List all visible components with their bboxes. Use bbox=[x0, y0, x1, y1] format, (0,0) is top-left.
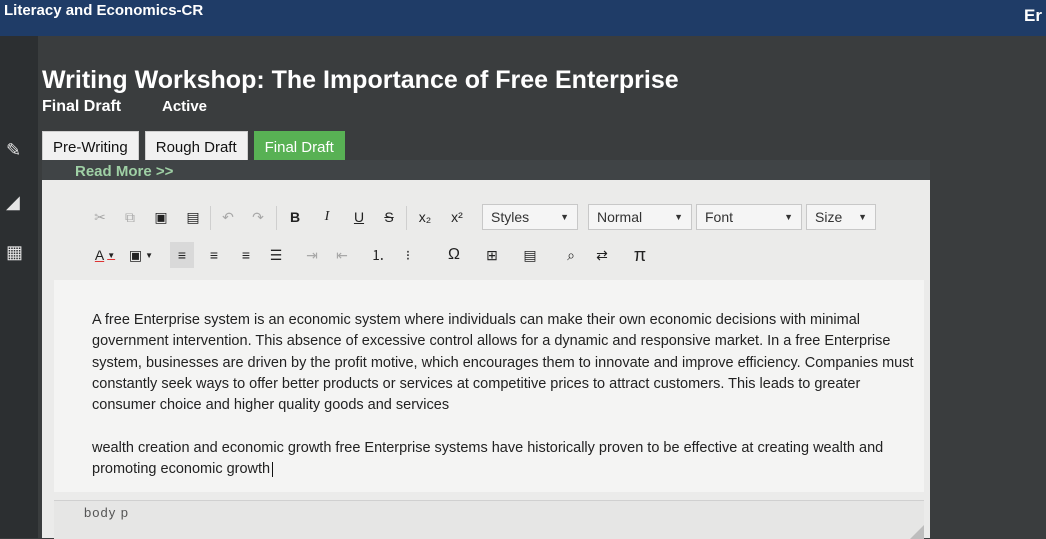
app-title: Literacy and Economics-CR bbox=[4, 2, 204, 19]
align-justify-icon[interactable]: ☰ bbox=[264, 242, 288, 268]
top-bar: Literacy and Economics-CR Er bbox=[0, 0, 1046, 36]
paste-icon[interactable]: ▣ bbox=[150, 204, 172, 230]
size-select[interactable]: Size ▼ bbox=[806, 204, 876, 230]
table-icon[interactable]: ⊞ bbox=[480, 242, 504, 268]
align-left-icon[interactable]: ≡ bbox=[170, 242, 194, 268]
grid-icon[interactable]: ▦ bbox=[6, 242, 23, 263]
editor-status-bar: body p bbox=[54, 500, 924, 539]
paragraph: A free Enterprise system is an economic … bbox=[92, 312, 914, 414]
bulleted-list-icon[interactable]: ⁝ bbox=[396, 242, 420, 268]
book-icon[interactable]: ◢ bbox=[6, 192, 20, 213]
special-character-button[interactable]: Ω bbox=[442, 242, 466, 268]
editor-content-area[interactable]: A free Enterprise system is an economic … bbox=[54, 280, 924, 492]
format-select-label: Normal bbox=[597, 209, 643, 225]
bold-button[interactable]: B bbox=[284, 204, 306, 230]
tab-rough-draft[interactable]: Rough Draft bbox=[144, 131, 248, 163]
page-title: Writing Workshop: The Importance of Free… bbox=[42, 66, 679, 94]
styles-select-label: Styles bbox=[491, 209, 530, 225]
copy-icon[interactable]: ⧉ bbox=[120, 204, 140, 230]
text-cursor bbox=[272, 461, 274, 477]
search-icon[interactable]: ⌕ bbox=[560, 242, 582, 268]
toolbar-separator bbox=[276, 206, 277, 230]
toolbar-separator bbox=[406, 206, 407, 230]
chevron-down-icon: ▼ bbox=[858, 212, 867, 222]
indent-icon[interactable]: ⇥ bbox=[300, 242, 324, 268]
numbered-list-icon[interactable]: ⒈ bbox=[366, 242, 390, 268]
underline-button[interactable]: U bbox=[348, 204, 370, 230]
chevron-down-icon: ▼ bbox=[107, 250, 116, 260]
background-color-button[interactable]: ▣ ▼ bbox=[126, 242, 156, 268]
paste-text-icon[interactable]: ▤ bbox=[518, 242, 542, 268]
chevron-down-icon: ▼ bbox=[674, 212, 683, 222]
cut-icon[interactable]: ✂ bbox=[90, 204, 110, 230]
read-more-bar bbox=[42, 160, 930, 180]
redo-icon[interactable]: ↷ bbox=[248, 204, 268, 230]
toolbar-separator bbox=[210, 206, 211, 230]
align-center-icon[interactable]: ≡ bbox=[202, 242, 226, 268]
outdent-icon[interactable]: ⇤ bbox=[330, 242, 354, 268]
strikethrough-button[interactable]: S bbox=[378, 204, 400, 230]
status-label: Active bbox=[162, 98, 208, 115]
align-right-icon[interactable]: ≡ bbox=[234, 242, 258, 268]
user-menu[interactable]: Er bbox=[1024, 6, 1042, 26]
read-more-link[interactable]: Read More >> bbox=[75, 163, 173, 180]
format-select[interactable]: Normal ▼ bbox=[588, 204, 692, 230]
subscript-button[interactable]: x₂ bbox=[414, 204, 436, 230]
resize-handle-icon[interactable] bbox=[910, 525, 924, 539]
element-path[interactable]: body p bbox=[84, 505, 129, 520]
text-color-button[interactable]: A ▼ bbox=[90, 242, 120, 268]
superscript-button[interactable]: x² bbox=[446, 204, 468, 230]
left-rail: ✎ ◢ ▦ bbox=[0, 36, 38, 538]
tab-pre-writing[interactable]: Pre-Writing bbox=[42, 131, 139, 163]
chevron-down-icon: ▼ bbox=[145, 250, 154, 260]
size-select-label: Size bbox=[815, 209, 843, 225]
undo-icon[interactable]: ↶ bbox=[218, 204, 238, 230]
font-select-label: Font bbox=[705, 209, 734, 225]
math-equation-button[interactable]: π bbox=[628, 242, 652, 268]
pencil-icon[interactable]: ✎ bbox=[6, 140, 21, 161]
italic-button[interactable]: I bbox=[316, 204, 338, 230]
styles-select[interactable]: Styles ▼ bbox=[482, 204, 578, 230]
paragraph-with-cursor: wealth creation and economic growth free… bbox=[92, 438, 922, 481]
section-label: Final Draft bbox=[42, 98, 122, 115]
chevron-down-icon: ▼ bbox=[784, 212, 793, 222]
chevron-down-icon: ▼ bbox=[560, 212, 569, 222]
paste-word-icon[interactable]: ▤ bbox=[182, 204, 204, 230]
replace-icon[interactable]: ⇄ bbox=[590, 242, 614, 268]
text-color-label: A bbox=[94, 247, 105, 263]
tab-final-draft[interactable]: Final Draft bbox=[253, 131, 345, 163]
draft-tabs: Pre-Writing Rough Draft Final Draft bbox=[42, 131, 345, 163]
font-select[interactable]: Font ▼ bbox=[696, 204, 802, 230]
editor-toolbar: ✂ ⧉ ▣ ▤ ↶ ↷ B I U S x₂ x² Styles ▼ Normal… bbox=[42, 196, 930, 280]
paragraph: wealth creation and economic growth free… bbox=[92, 440, 884, 478]
